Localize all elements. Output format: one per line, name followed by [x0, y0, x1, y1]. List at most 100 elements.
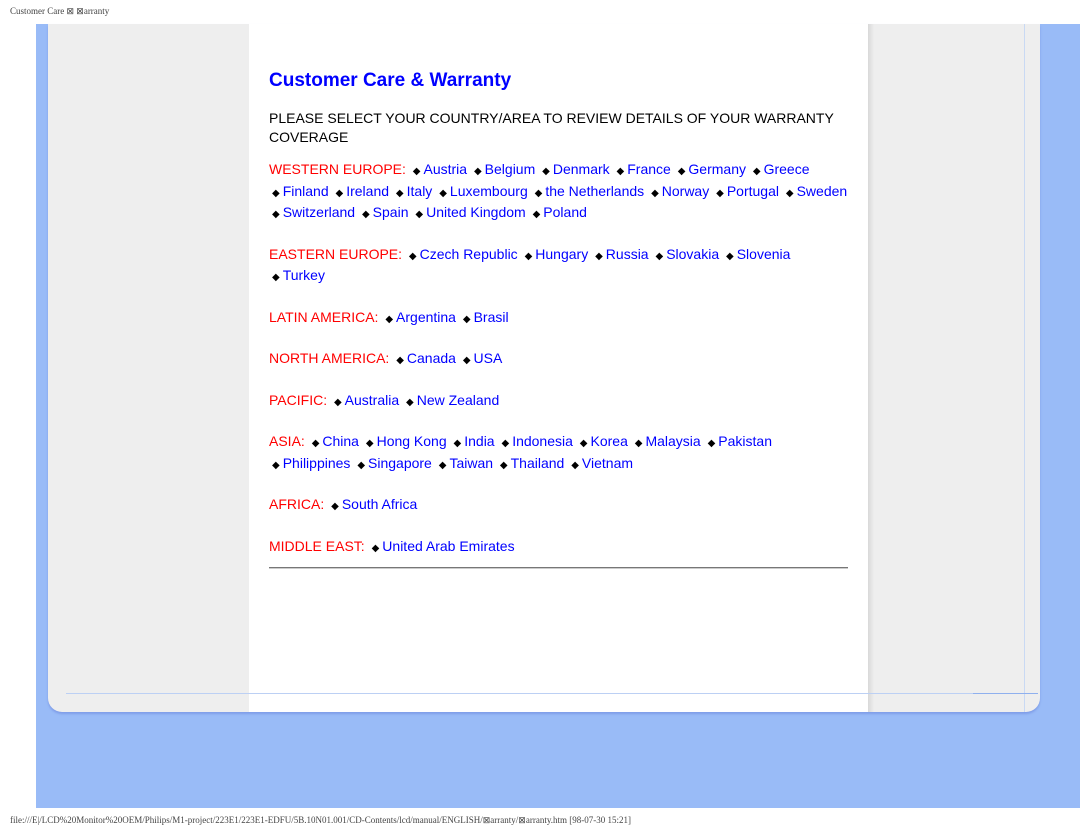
bullet-icon: ◆ — [272, 187, 280, 199]
country-link[interactable]: Portugal — [727, 183, 779, 199]
country-link[interactable]: New Zealand — [417, 392, 500, 408]
country-link[interactable]: Indonesia — [512, 433, 573, 449]
country-link[interactable]: Malaysia — [645, 433, 700, 449]
country-link[interactable]: Pakistan — [718, 433, 772, 449]
country-link[interactable]: Czech Republic — [420, 246, 518, 262]
country-link[interactable]: Korea — [591, 433, 628, 449]
country-link[interactable]: France — [627, 161, 671, 177]
bullet-icon: ◆ — [473, 166, 482, 177]
bullet-icon: ◆ — [408, 250, 417, 262]
country-link[interactable]: Italy — [407, 183, 433, 199]
horizontal-divider-accent — [973, 693, 1038, 694]
bullet-icon: ◆ — [412, 166, 421, 177]
region-group: PACIFIC: ◆ Australia ◆ New Zealand — [269, 391, 849, 413]
country-link[interactable]: Spain — [373, 204, 409, 220]
country-link[interactable]: Vietnam — [582, 455, 633, 471]
horizontal-rule — [269, 567, 848, 569]
country-link[interactable]: Taiwan — [449, 455, 493, 471]
bullet-icon: ◆ — [272, 209, 280, 220]
bullet-icon: ◆ — [331, 501, 339, 512]
country-link[interactable]: Australia — [345, 392, 399, 408]
country-link[interactable]: Austria — [424, 161, 468, 177]
region-group: ASIA: ◆ China ◆ Hong Kong ◆ India ◆ Indonesi… — [269, 432, 849, 475]
country-link[interactable]: Turkey — [283, 267, 325, 283]
region-group: NORTH AMERICA: ◆ Canada ◆ USA — [269, 349, 849, 371]
country-link[interactable]: Norway — [662, 183, 709, 199]
region-group: MIDDLE EAST: ◆ United Arab Emirates — [269, 537, 849, 559]
country-link[interactable]: Brasil — [474, 309, 509, 325]
bullet-icon: ◆ — [579, 438, 588, 449]
country-link[interactable]: United Arab Emirates — [382, 538, 514, 554]
bullet-icon: ◆ — [595, 250, 603, 262]
region-group: WESTERN EUROPE: ◆ Austria ◆ Belgium ◆ Denma… — [269, 160, 849, 225]
bullet-icon: ◆ — [272, 459, 280, 471]
bullet-icon: ◆ — [524, 250, 533, 262]
region-label: ASIA: — [269, 433, 305, 449]
bullet-icon: ◆ — [272, 272, 280, 283]
bullet-icon: ◆ — [385, 313, 394, 325]
region-label: AFRICA: — [269, 496, 325, 512]
country-link[interactable]: Denmark — [553, 161, 610, 177]
bullet-icon: ◆ — [752, 166, 761, 177]
country-link[interactable]: Belgium — [485, 161, 536, 177]
region-label: WESTERN EUROPE: — [269, 161, 406, 177]
page-title: Customer Care & Warranty — [269, 70, 512, 91]
bullet-icon: ◆ — [415, 209, 424, 220]
bullet-icon: ◆ — [438, 459, 447, 471]
bullet-icon: ◆ — [571, 459, 579, 471]
country-link[interactable]: Russia — [606, 246, 649, 262]
bullet-icon: ◆ — [396, 355, 404, 366]
bullet-icon: ◆ — [335, 187, 344, 199]
bullet-icon: ◆ — [462, 355, 471, 366]
bullet-icon: ◆ — [395, 187, 404, 199]
country-link[interactable]: Luxembourg — [450, 183, 528, 199]
country-link[interactable]: Slovenia — [737, 246, 791, 262]
bullet-icon: ◆ — [542, 166, 550, 177]
bullet-icon: ◆ — [365, 438, 374, 449]
country-link[interactable]: India — [464, 433, 494, 449]
country-link[interactable]: USA — [474, 350, 503, 366]
bullet-icon: ◆ — [357, 459, 366, 471]
country-link[interactable]: Poland — [543, 204, 587, 220]
bullet-icon: ◆ — [651, 187, 659, 199]
bullet-icon: ◆ — [462, 313, 471, 325]
main-content: Customer Care & Warranty PLEASE SELECT Y… — [269, 70, 849, 578]
country-link[interactable]: Hong Kong — [377, 433, 447, 449]
region-label: PACIFIC: — [269, 391, 328, 408]
country-link[interactable]: Sweden — [797, 183, 848, 199]
country-link[interactable]: Argentina — [396, 309, 456, 325]
country-link[interactable]: Philippines — [283, 455, 351, 471]
country-link[interactable]: Finland — [283, 183, 329, 199]
bullet-icon: ◆ — [634, 438, 643, 449]
country-link[interactable]: Germany — [688, 161, 746, 177]
region-list: WESTERN EUROPE: ◆ Austria ◆ Belgium ◆ Denma… — [269, 160, 849, 558]
country-link[interactable]: Switzerland — [283, 204, 355, 220]
footer-file-path: file:///E|/LCD%20Monitor%20OEM/Philips/M… — [10, 815, 631, 825]
intro-text: PLEASE SELECT YOUR COUNTRY/AREA TO REVIE… — [269, 110, 834, 145]
country-link[interactable]: Singapore — [368, 455, 432, 471]
region-label: EASTERN EUROPE: — [269, 245, 403, 262]
bullet-icon: ◆ — [716, 187, 724, 199]
country-link[interactable]: Canada — [407, 350, 456, 366]
country-link[interactable]: Greece — [764, 161, 810, 177]
country-link[interactable]: Hungary — [535, 246, 588, 262]
horizontal-divider — [66, 693, 1038, 694]
vertical-divider — [1024, 24, 1025, 712]
country-link[interactable]: Ireland — [346, 183, 389, 199]
country-link[interactable]: Thailand — [511, 455, 565, 471]
bullet-icon: ◆ — [532, 209, 541, 220]
bullet-icon: ◆ — [406, 396, 414, 408]
country-link[interactable]: the Netherlands — [545, 183, 644, 199]
region-label: MIDDLE EAST: — [269, 537, 365, 554]
country-link[interactable]: Slovakia — [666, 246, 719, 262]
country-link[interactable]: United Kingdom — [426, 204, 526, 220]
country-link[interactable]: South Africa — [342, 496, 418, 512]
column-shadow — [868, 24, 874, 712]
country-link[interactable]: China — [322, 433, 359, 449]
bullet-icon: ◆ — [501, 438, 510, 449]
bullet-icon: ◆ — [439, 187, 447, 199]
bullet-icon: ◆ — [453, 438, 462, 449]
bullet-icon: ◆ — [707, 438, 716, 449]
region-group: EASTERN EUROPE: ◆ Czech Republic ◆ Hungary… — [269, 245, 849, 288]
region-label: NORTH AMERICA: — [269, 350, 390, 366]
